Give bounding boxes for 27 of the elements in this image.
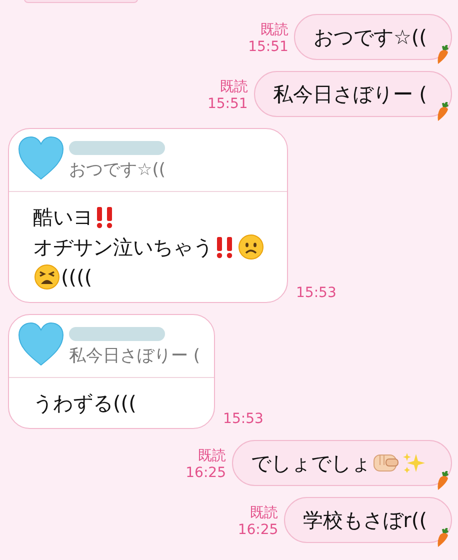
- quoted-text: おつです☆((: [69, 159, 166, 182]
- message-text: うわずる(((: [33, 390, 136, 417]
- message-text: でしょでしょ: [251, 450, 371, 476]
- timestamp: 15:53: [296, 285, 336, 301]
- read-receipt: 既読: [250, 505, 278, 522]
- timestamp: 16:25: [238, 522, 278, 539]
- timestamp: 16:25: [186, 465, 226, 482]
- heart-icon: [17, 321, 65, 367]
- timestamp: 15:51: [207, 96, 248, 113]
- quoted-text: 私今日さぼりー (: [69, 345, 200, 368]
- sparkles-icon: [402, 451, 426, 475]
- message-text: オヂサン泣いちゃう: [33, 234, 213, 261]
- tired-face-icon: [34, 264, 60, 290]
- message-bubble[interactable]: 私今日さぼりー ( うわずる(((: [8, 314, 216, 429]
- message-text: 酷いヨ: [33, 204, 93, 231]
- read-receipt: 既読: [260, 22, 288, 39]
- message-text: おつです☆((: [313, 24, 427, 50]
- read-receipt: 既読: [198, 448, 226, 465]
- message-bubble[interactable]: おつです☆(( 酷いヨ オヂサン泣いちゃう ((((: [8, 128, 288, 303]
- message-text: 学校もさぼr((: [303, 507, 427, 533]
- heart-icon: [17, 135, 65, 181]
- timestamp: 15:53: [223, 411, 264, 427]
- message-text: 私今日さぼりー (: [272, 81, 427, 107]
- frowning-face-icon: [238, 234, 264, 260]
- message-text: ((((: [61, 264, 92, 291]
- timestamp: 15:51: [248, 39, 288, 56]
- read-receipt: 既読: [220, 79, 248, 96]
